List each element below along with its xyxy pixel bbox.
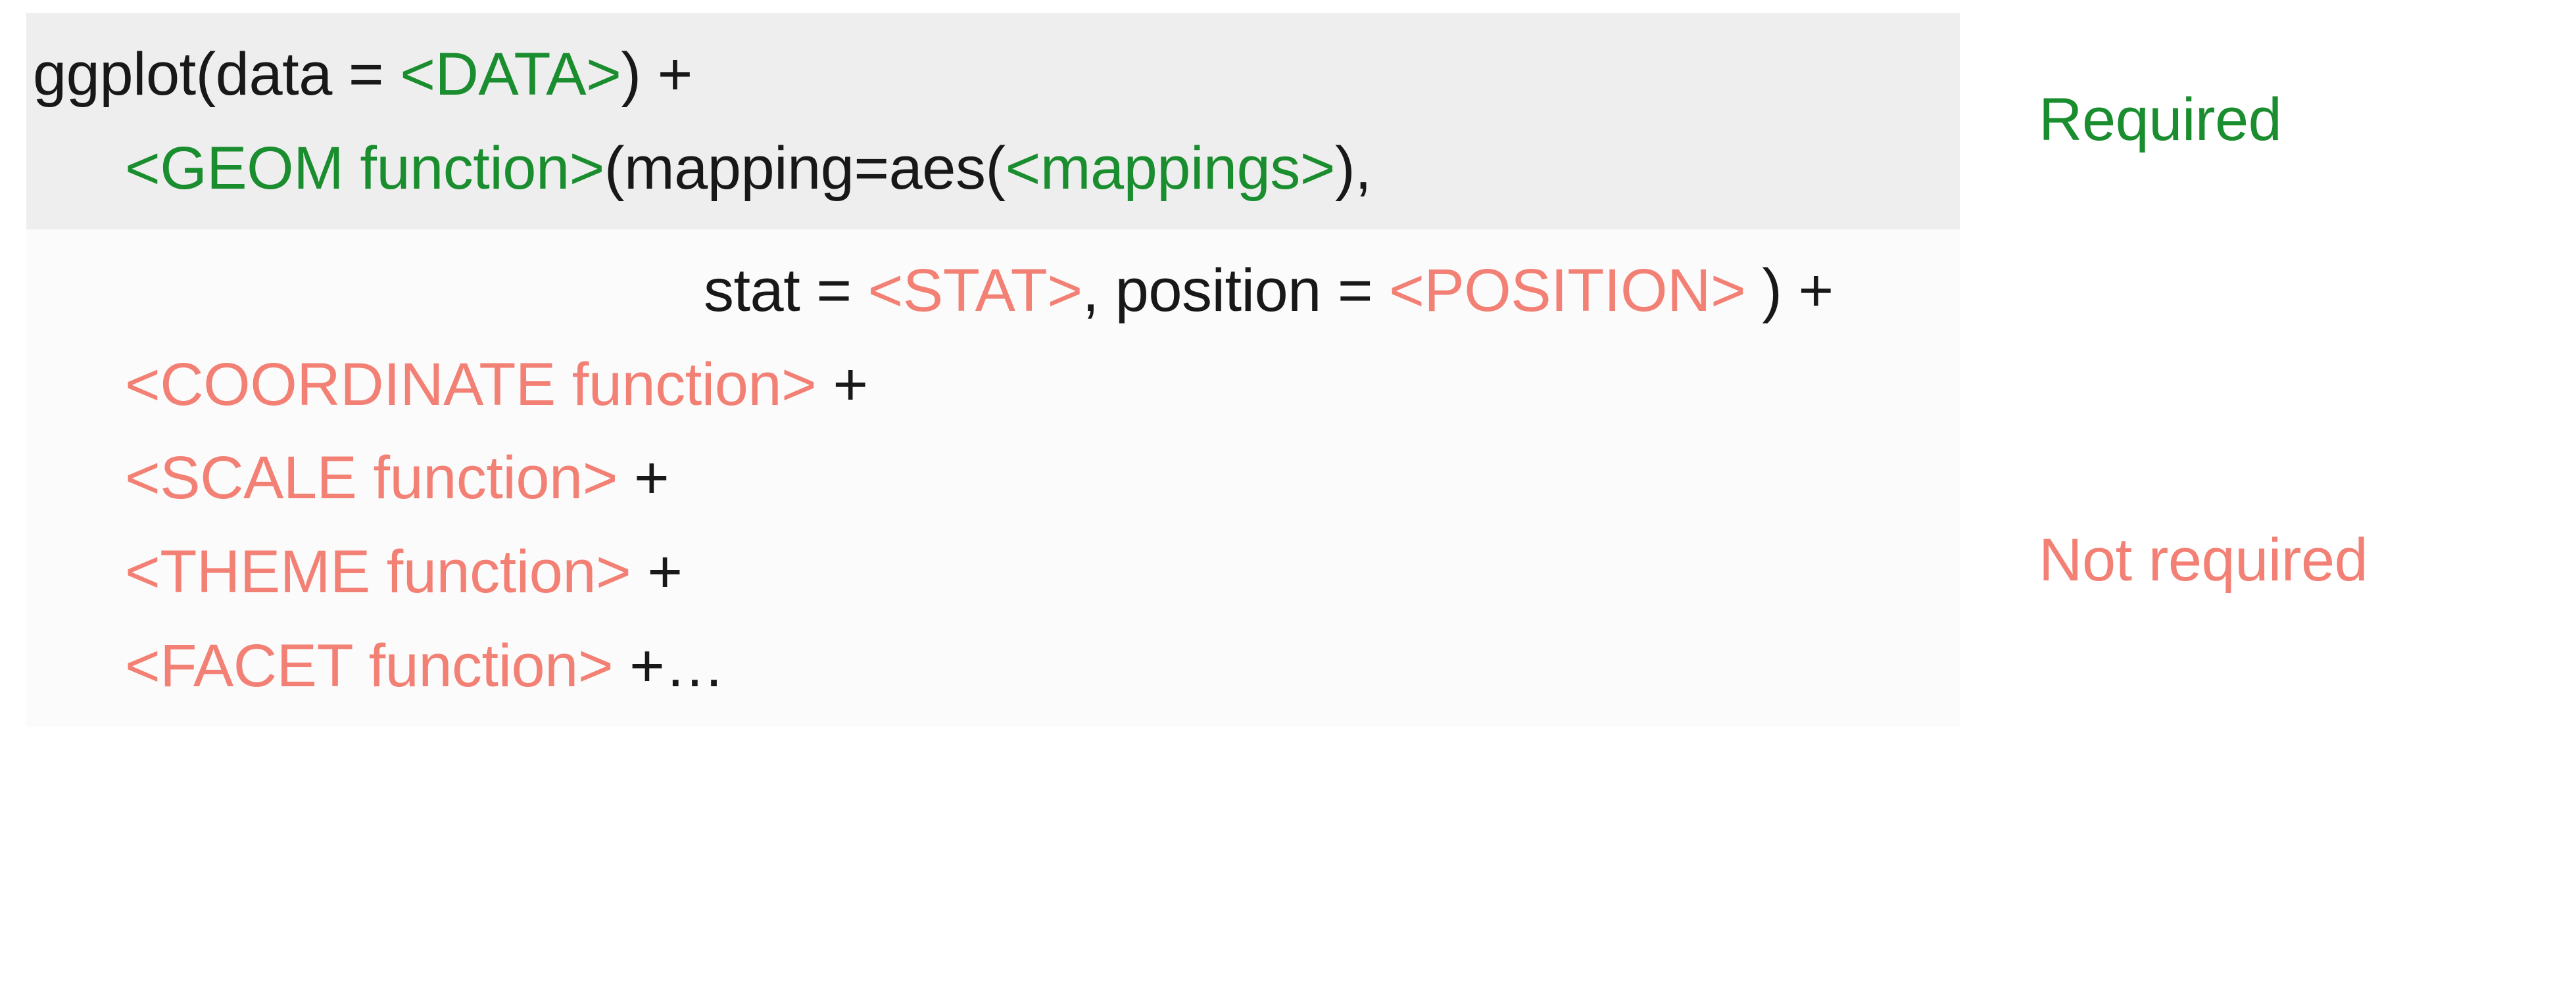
code-line-2: <GEOM function>(mapping=aes(<mappings>), [33, 122, 1940, 216]
txt: +… [613, 632, 725, 699]
txt: ), [1335, 135, 1371, 202]
code-line-7: <FACET function> +… [33, 619, 1940, 713]
placeholder-facet: <FACET function> [125, 632, 613, 699]
txt: stat = [704, 257, 868, 324]
txt: ) + [1745, 257, 1833, 324]
label-not-required: Not required [2039, 526, 2368, 595]
placeholder-stat: <STAT> [868, 257, 1082, 324]
placeholder-theme: <THEME function> [125, 538, 631, 605]
txt: + [631, 538, 682, 605]
txt: + [618, 444, 669, 511]
txt: ggplot(data = [33, 41, 400, 108]
page-container: ggplot(data = <DATA>) + <GEOM function>(… [0, 0, 2576, 986]
placeholder-mappings: <mappings> [1006, 135, 1335, 202]
txt: ) + [621, 41, 692, 108]
txt: , position = [1082, 257, 1390, 324]
txt: + [816, 351, 867, 418]
code-line-3: stat = <STAT>, position = <POSITION> ) + [33, 244, 1940, 338]
txt: (mapping=aes( [604, 135, 1006, 202]
code-line-5: <SCALE function> + [33, 431, 1940, 525]
placeholder-coordinate: <COORDINATE function> [125, 351, 816, 418]
code-line-4: <COORDINATE function> + [33, 338, 1940, 432]
code-line-1: ggplot(data = <DATA>) + [33, 41, 693, 108]
placeholder-position: <POSITION> [1389, 257, 1745, 324]
code-line-6: <THEME function> + [33, 525, 1940, 619]
code-column: ggplot(data = <DATA>) + <GEOM function>(… [26, 13, 1960, 727]
placeholder-data: <DATA> [400, 41, 621, 108]
placeholder-geom: <GEOM function> [125, 135, 604, 202]
required-block: ggplot(data = <DATA>) + <GEOM function>(… [26, 13, 1960, 229]
optional-block: stat = <STAT>, position = <POSITION> ) +… [26, 229, 1960, 727]
placeholder-scale: <SCALE function> [125, 444, 618, 511]
label-required: Required [2039, 85, 2281, 154]
